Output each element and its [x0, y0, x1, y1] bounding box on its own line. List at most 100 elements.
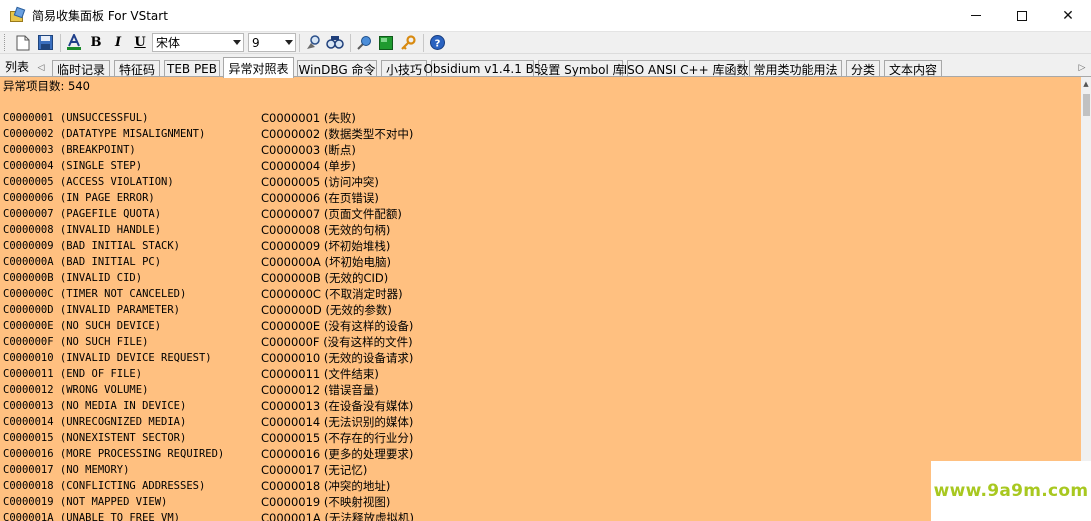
- list-item: C000000F (NO SUCH FILE) C000000F (没有这样的文件…: [3, 334, 1073, 350]
- list-item: C0000005 (ACCESS VIOLATION) C0000005 (访问冲…: [3, 174, 1073, 190]
- underline-button[interactable]: U: [130, 33, 150, 53]
- tab-scroll-left-icon[interactable]: ◁: [35, 60, 47, 76]
- tab-symbol-library[interactable]: 设置 Symbol 库: [536, 60, 625, 77]
- tab-common-classes[interactable]: 常用类功能用法: [749, 60, 842, 77]
- vertical-scrollbar[interactable]: ▲: [1081, 77, 1091, 521]
- toolbar-separator: [350, 33, 351, 52]
- minimize-icon: [971, 15, 981, 16]
- exception-english: C0000017 (NO MEMORY): [3, 464, 130, 476]
- pin-button[interactable]: [354, 33, 374, 53]
- scroll-thumb[interactable]: [1083, 94, 1090, 116]
- exception-english: C0000010 (INVALID DEVICE REQUEST): [3, 352, 212, 364]
- minimize-button[interactable]: [953, 0, 999, 31]
- exception-chinese: C0000013 (在设备没有媒体): [261, 399, 414, 413]
- list-item: C000000D (INVALID PARAMETER) C000000D (无效…: [3, 302, 1073, 318]
- exception-english: C000000F (NO SUCH FILE): [3, 336, 149, 348]
- exception-english: C000000D (INVALID PARAMETER): [3, 304, 181, 316]
- list-dropdown[interactable]: 列表: [0, 58, 34, 75]
- list-item: C000000E (NO SUCH DEVICE) C000000E (没有这样的…: [3, 318, 1073, 334]
- bold-button[interactable]: B: [86, 33, 106, 53]
- help-icon: ?: [429, 35, 445, 50]
- list-item: C0000012 (WRONG VOLUME) C0000012 (错误音量): [3, 382, 1073, 398]
- exception-english: C0000015 (NONEXISTENT SECTOR): [3, 432, 187, 444]
- list-item: C0000008 (INVALID HANDLE) C0000008 (无效的句柄…: [3, 222, 1073, 238]
- exception-chinese: C0000009 (坏初始堆栈): [261, 239, 391, 253]
- tab-teb-peb[interactable]: TEB PEB: [164, 60, 220, 77]
- toolbar-separator: [423, 33, 424, 52]
- help-button[interactable]: ?: [427, 33, 447, 53]
- tab-label: WinDBG 命令: [298, 62, 376, 77]
- exception-english: C000000B (INVALID CID): [3, 272, 143, 284]
- new-file-icon: [16, 35, 30, 50]
- list-item: C000000C (TIMER NOT CANCELED) C000000C (不…: [3, 286, 1073, 302]
- tab-label: 常用类功能用法: [753, 62, 838, 77]
- exception-chinese: C0000011 (文件结束): [261, 367, 379, 381]
- exception-chinese: C0000017 (无记忆): [261, 463, 368, 477]
- tab-temp-record[interactable]: 临时记录: [52, 60, 110, 77]
- exception-chinese: C0000004 (单步): [261, 159, 356, 173]
- find-button[interactable]: [303, 33, 323, 53]
- exception-english: C0000009 (BAD INITIAL STACK): [3, 240, 181, 252]
- list-item: C000001A (UNABLE TO FREE VM) C000001A (无法…: [3, 510, 1073, 521]
- list-item: C0000017 (NO MEMORY) C0000017 (无记忆): [3, 462, 1073, 478]
- key-button[interactable]: [398, 33, 418, 53]
- list-item: C0000018 (CONFLICTING ADDRESSES) C0000018…: [3, 478, 1073, 494]
- toolbar-separator: [60, 33, 61, 52]
- exception-chinese: C0000006 (在页错误): [261, 191, 379, 205]
- tab-obsidium[interactable]: Obsidium v1.4.1 B5: [423, 60, 542, 77]
- svg-text:?: ?: [434, 39, 440, 50]
- tab-windbg-commands[interactable]: WinDBG 命令: [297, 60, 377, 77]
- tab-signature[interactable]: 特征码: [114, 60, 160, 77]
- tab-scroll-right-icon[interactable]: ▷: [1076, 60, 1088, 76]
- tab-tips[interactable]: 小技巧: [381, 60, 427, 77]
- exception-chinese: C000000C (不取消定时器): [261, 287, 403, 301]
- exception-english: C0000014 (UNRECOGNIZED MEDIA): [3, 416, 187, 428]
- exception-chinese: C0000018 (冲突的地址): [261, 479, 391, 493]
- exception-text-area[interactable]: 异常项目数: 540 C0000001 (UNSUCCESSFUL) C00000…: [0, 77, 1081, 521]
- exception-english: C0000006 (IN PAGE ERROR): [3, 192, 155, 204]
- tab-categories[interactable]: 分类: [846, 60, 880, 77]
- close-button[interactable]: ✕: [1045, 0, 1091, 31]
- scroll-up-icon[interactable]: ▲: [1081, 77, 1091, 91]
- exception-english: C0000003 (BREAKPOINT): [3, 144, 136, 156]
- font-color-button[interactable]: [64, 33, 84, 53]
- tab-label: Obsidium v1.4.1 B5: [423, 62, 542, 76]
- tab-text-content[interactable]: 文本内容: [884, 60, 942, 77]
- new-file-button[interactable]: [13, 33, 33, 53]
- exception-chinese: C0000010 (无效的设备请求): [261, 351, 414, 365]
- font-size-select[interactable]: 9: [248, 33, 296, 52]
- exception-english: C0000011 (END OF FILE): [3, 368, 143, 380]
- exception-chinese: C0000012 (错误音量): [261, 383, 379, 397]
- maximize-button[interactable]: [999, 0, 1045, 31]
- list-item: C0000002 (DATATYPE MISALIGNMENT) C0000002…: [3, 126, 1073, 142]
- toolbar-grip[interactable]: [4, 34, 7, 51]
- list-item: C0000013 (NO MEDIA IN DEVICE) C0000013 (在…: [3, 398, 1073, 414]
- list-item: C0000019 (NOT MAPPED VIEW) C0000019 (不映射视…: [3, 494, 1073, 510]
- italic-button[interactable]: I: [108, 33, 128, 53]
- watermark: www.9a9m.com: [931, 461, 1091, 521]
- exception-chinese: C0000015 (不存在的行业分): [261, 431, 414, 445]
- exception-chinese: C0000005 (访问冲突): [261, 175, 379, 189]
- green-box-button[interactable]: [376, 33, 396, 53]
- list-item: C0000014 (UNRECOGNIZED MEDIA) C0000014 (无…: [3, 414, 1073, 430]
- font-name-value: 宋体: [156, 36, 181, 50]
- exception-english: C000000C (TIMER NOT CANCELED): [3, 288, 187, 300]
- font-size-value: 9: [252, 35, 260, 50]
- save-button[interactable]: [35, 33, 55, 53]
- list-item: C0000004 (SINGLE STEP) C0000004 (单步): [3, 158, 1073, 174]
- bold-icon: B: [90, 35, 102, 50]
- tab-exception-table[interactable]: 异常对照表: [223, 57, 294, 78]
- font-name-select[interactable]: 宋体: [152, 33, 244, 52]
- tab-cpp-library[interactable]: ISO ANSI C++ 库函数: [624, 60, 748, 77]
- exception-chinese: C0000016 (更多的处理要求): [261, 447, 414, 461]
- list-item: C000000B (INVALID CID) C000000B (无效的CID): [3, 270, 1073, 286]
- exception-chinese: C0000007 (页面文件配额): [261, 207, 402, 221]
- exception-english: C0000002 (DATATYPE MISALIGNMENT): [3, 128, 206, 140]
- find-replace-button[interactable]: [325, 33, 345, 53]
- find-replace-icon: [326, 35, 344, 49]
- exception-english: C0000005 (ACCESS VIOLATION): [3, 176, 174, 188]
- toolbar: B I U 宋体 9 ?: [0, 31, 1091, 54]
- tab-label: ISO ANSI C++ 库函数: [623, 62, 749, 77]
- exception-english: C000001A (UNABLE TO FREE VM): [3, 512, 181, 521]
- tab-label: 异常对照表: [228, 61, 289, 76]
